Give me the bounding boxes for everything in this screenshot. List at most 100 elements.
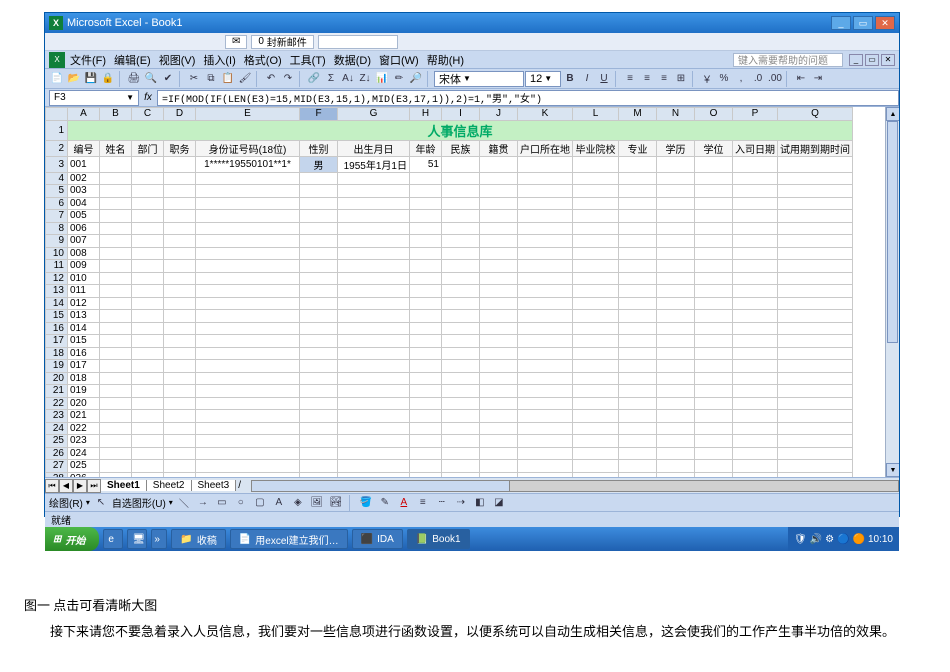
textbox-icon[interactable]: ▢ (252, 495, 268, 511)
header-cell[interactable]: 年龄 (410, 140, 442, 156)
cell-A7[interactable]: 005 (68, 210, 100, 223)
row-header-14[interactable]: 14 (46, 297, 68, 310)
cell-J24[interactable] (480, 422, 518, 435)
menu-format[interactable]: 格式(O) (241, 51, 285, 69)
formula-input[interactable]: =IF(MOD(IF(LEN(E3)=15,MID(E3,15,1),MID(E… (157, 90, 899, 106)
cell-J28[interactable] (480, 472, 518, 477)
cell-Q4[interactable] (778, 172, 853, 185)
vertical-scrollbar[interactable]: ▲ ▼ (885, 107, 899, 477)
cell-Q22[interactable] (778, 397, 853, 410)
chart-icon[interactable]: 📊 (374, 71, 390, 87)
cell-O15[interactable] (695, 310, 733, 323)
cell-J5[interactable] (480, 185, 518, 198)
cell-E8[interactable] (196, 222, 300, 235)
copy-icon[interactable]: ⧉ (203, 71, 219, 87)
row-header-22[interactable]: 22 (46, 397, 68, 410)
diagram-icon[interactable]: ◈ (290, 495, 306, 511)
cell-J7[interactable] (480, 210, 518, 223)
cell-L9[interactable] (573, 235, 619, 248)
cell-A23[interactable]: 021 (68, 410, 100, 423)
cell-B3[interactable] (100, 156, 132, 172)
header-cell[interactable]: 籍贯 (480, 140, 518, 156)
draw-menu[interactable]: 绘图(R) (49, 495, 83, 510)
cell-A5[interactable]: 003 (68, 185, 100, 198)
cell-M9[interactable] (619, 235, 657, 248)
cell-L7[interactable] (573, 210, 619, 223)
cell-J15[interactable] (480, 310, 518, 323)
cell-E9[interactable] (196, 235, 300, 248)
row-header-9[interactable]: 9 (46, 235, 68, 248)
cell-O10[interactable] (695, 247, 733, 260)
row-header-19[interactable]: 19 (46, 360, 68, 373)
cell-C16[interactable] (132, 322, 164, 335)
percent-icon[interactable]: % (716, 71, 732, 87)
cell-D7[interactable] (164, 210, 196, 223)
cell-N23[interactable] (657, 410, 695, 423)
drawing-icon[interactable]: ✏ (391, 71, 407, 87)
sort-desc-icon[interactable]: Z↓ (357, 71, 373, 87)
cell-P13[interactable] (733, 285, 778, 298)
cell-J9[interactable] (480, 235, 518, 248)
cell-M11[interactable] (619, 260, 657, 273)
cell-A25[interactable]: 023 (68, 435, 100, 448)
cell-I8[interactable] (442, 222, 480, 235)
cell-N14[interactable] (657, 297, 695, 310)
cell-Q10[interactable] (778, 247, 853, 260)
cell-G13[interactable] (338, 285, 410, 298)
cell-L16[interactable] (573, 322, 619, 335)
column-header-I[interactable]: I (442, 108, 480, 121)
undo-icon[interactable]: ↶ (263, 71, 279, 87)
row-header-1[interactable]: 1 (46, 120, 68, 140)
cell-B4[interactable] (100, 172, 132, 185)
cell-L12[interactable] (573, 272, 619, 285)
cell-F7[interactable] (300, 210, 338, 223)
cell-C17[interactable] (132, 335, 164, 348)
cell-G22[interactable] (338, 397, 410, 410)
cell-C14[interactable] (132, 297, 164, 310)
align-center-icon[interactable]: ≡ (639, 71, 655, 87)
wordart-icon[interactable]: A (271, 495, 287, 511)
cell-O3[interactable] (695, 156, 733, 172)
cell-G4[interactable] (338, 172, 410, 185)
column-header-G[interactable]: G (338, 108, 410, 121)
cell-N19[interactable] (657, 360, 695, 373)
row-header-25[interactable]: 25 (46, 435, 68, 448)
cell-I9[interactable] (442, 235, 480, 248)
task-item-2[interactable]: 📄 用excel建立我们… (230, 529, 348, 549)
row-header-28[interactable]: 28 (46, 472, 68, 477)
cell-M4[interactable] (619, 172, 657, 185)
cell-L5[interactable] (573, 185, 619, 198)
cell-E16[interactable] (196, 322, 300, 335)
cell-J11[interactable] (480, 260, 518, 273)
cell-I5[interactable] (442, 185, 480, 198)
cell-M24[interactable] (619, 422, 657, 435)
cell-D13[interactable] (164, 285, 196, 298)
cell-I26[interactable] (442, 447, 480, 460)
worksheet-grid[interactable]: ABCDEFGHIJKLMNOPQ1人事信息库2编号姓名部门职务身份证号码(18… (45, 107, 899, 477)
cell-H27[interactable] (410, 460, 442, 473)
row-header-12[interactable]: 12 (46, 272, 68, 285)
cell-P7[interactable] (733, 210, 778, 223)
cell-D4[interactable] (164, 172, 196, 185)
cell-E17[interactable] (196, 335, 300, 348)
cell-C4[interactable] (132, 172, 164, 185)
cell-E4[interactable] (196, 172, 300, 185)
save-icon[interactable]: 💾 (83, 71, 99, 87)
cell-O19[interactable] (695, 360, 733, 373)
cell-H26[interactable] (410, 447, 442, 460)
cell-O26[interactable] (695, 447, 733, 460)
cell-Q13[interactable] (778, 285, 853, 298)
cell-P14[interactable] (733, 297, 778, 310)
menu-help[interactable]: 帮助(H) (424, 51, 467, 69)
cell-Q23[interactable] (778, 410, 853, 423)
cell-L3[interactable] (573, 156, 619, 172)
column-header-E[interactable]: E (196, 108, 300, 121)
cell-K10[interactable] (518, 247, 573, 260)
cell-D18[interactable] (164, 347, 196, 360)
cell-G14[interactable] (338, 297, 410, 310)
cell-F9[interactable] (300, 235, 338, 248)
help-search-box[interactable]: 键入需要帮助的问题 (733, 53, 843, 67)
cell-G18[interactable] (338, 347, 410, 360)
cell-G3[interactable]: 1955年1月1日 (338, 156, 410, 172)
cell-J14[interactable] (480, 297, 518, 310)
